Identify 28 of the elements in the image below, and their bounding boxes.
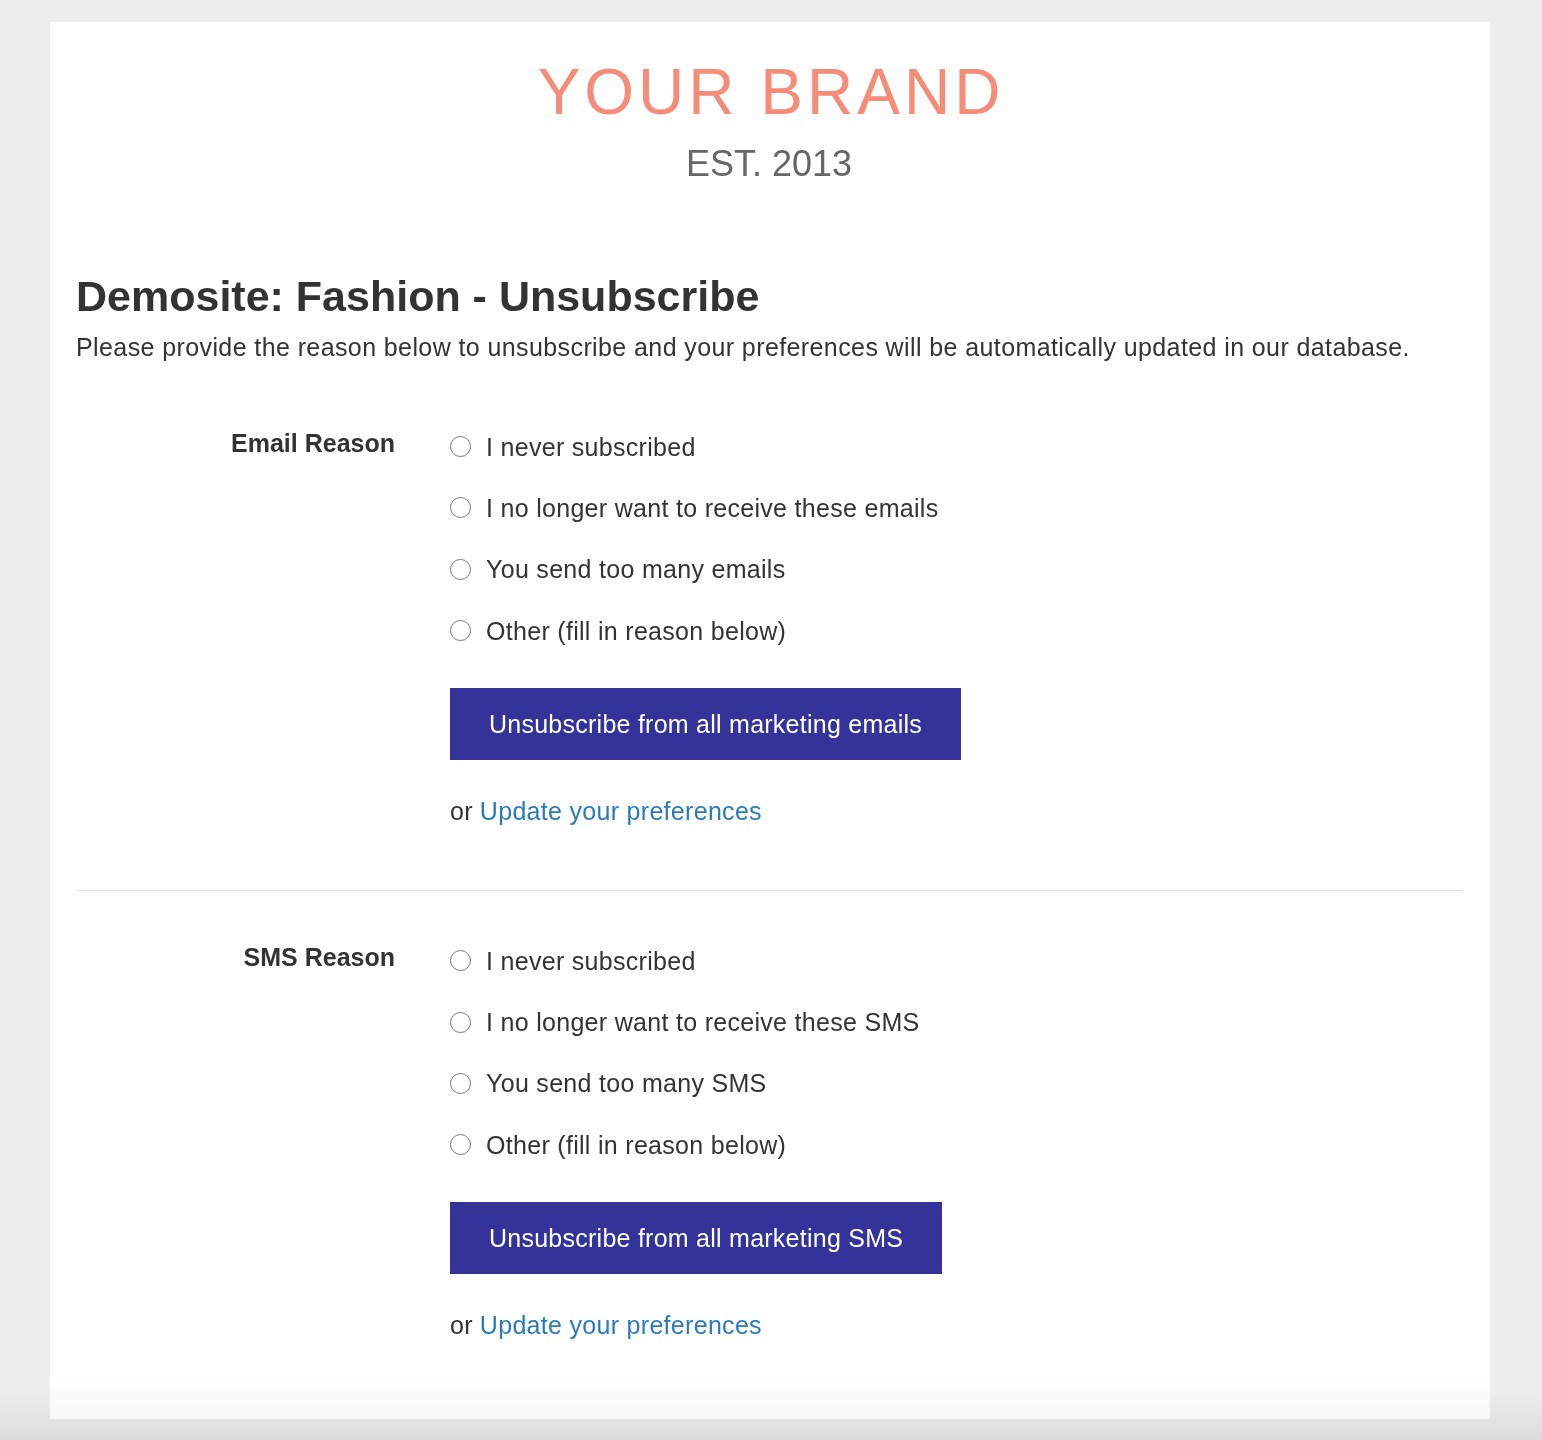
option-label[interactable]: You send too many SMS xyxy=(486,1068,767,1099)
radio-button[interactable] xyxy=(450,497,471,519)
option-label[interactable]: I no longer want to receive these SMS xyxy=(486,1007,920,1038)
radio-button[interactable] xyxy=(450,950,471,972)
unsubscribe-button[interactable]: Unsubscribe from all marketing SMS xyxy=(450,1202,943,1275)
section-label: Email Reason xyxy=(231,428,395,459)
update-preferences-link[interactable]: Update your preferences xyxy=(479,797,762,826)
intro-text: Please provide the reason below to unsubscribe and your preferences will be automatically updated in our database. xyxy=(76,332,1411,362)
radio-button[interactable] xyxy=(450,1134,471,1156)
option-label[interactable]: You send too many emails xyxy=(486,554,786,585)
page-heading: Demosite: Fashion - Unsubscribe xyxy=(76,272,761,320)
radio-button[interactable] xyxy=(450,558,471,580)
brand-tagline: EST. 2013 xyxy=(685,145,853,182)
radio-button[interactable] xyxy=(450,436,471,458)
unsubscribe-button[interactable]: Unsubscribe from all marketing emails xyxy=(450,688,961,761)
option-label[interactable]: Other (fill in reason below) xyxy=(486,615,787,646)
radio-button[interactable] xyxy=(450,1072,471,1094)
option-label[interactable]: I never subscribed xyxy=(486,431,696,462)
update-preferences-link[interactable]: Update your preferences xyxy=(479,1311,762,1340)
option-label[interactable]: I never subscribed xyxy=(486,945,696,976)
radio-button[interactable] xyxy=(450,620,471,642)
brand-name: YOUR BRAND xyxy=(536,60,1005,124)
radio-button[interactable] xyxy=(450,1011,471,1033)
section-label: SMS Reason xyxy=(243,942,395,974)
or-text: or xyxy=(450,797,473,826)
option-label[interactable]: Other (fill in reason below) xyxy=(486,1129,787,1160)
or-text: or xyxy=(450,1311,473,1340)
option-label[interactable]: I no longer want to receive these emails xyxy=(486,492,939,523)
